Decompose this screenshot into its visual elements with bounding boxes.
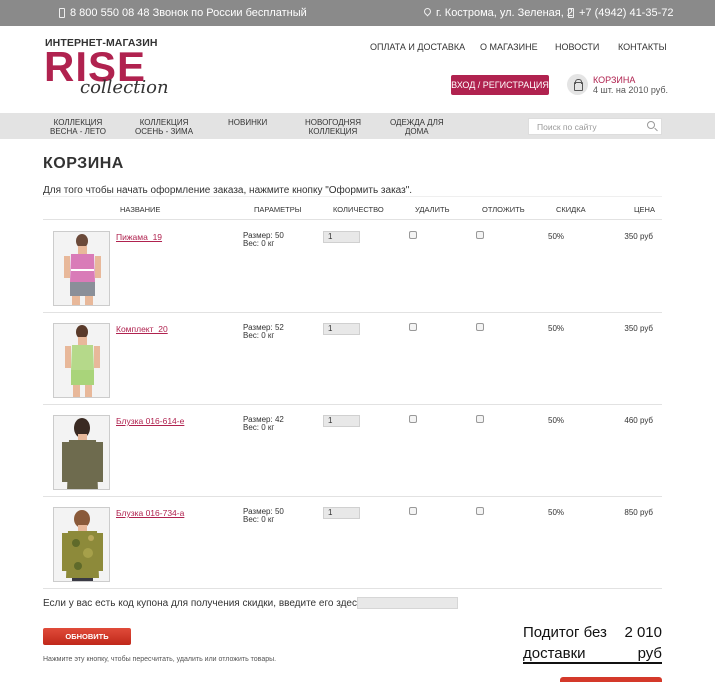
coupon-input[interactable]: [357, 597, 458, 609]
table-row: Комплект_20 Размер: 52 Вес: 0 кг 1 50% 3…: [43, 313, 662, 405]
product-name-link[interactable]: Блузка 016-614-е: [116, 416, 184, 426]
delete-checkbox[interactable]: [409, 231, 417, 239]
col-qty: КОЛИЧЕСТВО: [333, 205, 384, 214]
category-spring-summer[interactable]: КОЛЛЕКЦИЯ ВЕСНА - ЛЕТО: [50, 118, 106, 136]
col-delete: УДАЛИТЬ: [415, 205, 450, 214]
category-homewear[interactable]: ОДЕЖДА ДЛЯ ДОМА: [390, 118, 444, 136]
category-label-line: ОДЕЖДА ДЛЯ: [390, 118, 444, 127]
category-new-year[interactable]: НОВОГОДНЯЯ КОЛЛЕКЦИЯ: [305, 118, 361, 136]
subtotal-label: Подитог без: [523, 624, 607, 641]
cart-table-header: НАЗВАНИЕ ПАРАМЕТРЫ КОЛИЧЕСТВО УДАЛИТЬ ОТ…: [43, 196, 662, 220]
category-label-line: ДОМА: [404, 127, 429, 136]
delete-checkbox[interactable]: [409, 415, 417, 423]
product-params: Размер: 42 Вес: 0 кг: [243, 416, 284, 432]
hotline-text: 8 800 550 08 48 Звонок по России бесплат…: [70, 7, 307, 19]
col-discount: СКИДКА: [556, 205, 586, 214]
subtotal-line: Подитог без 2 010: [523, 622, 662, 643]
product-params: Размер: 50 Вес: 0 кг: [243, 232, 284, 248]
quantity-input[interactable]: 1: [323, 323, 360, 335]
page-title: КОРЗИНА: [43, 155, 124, 172]
product-discount: 50%: [548, 508, 565, 517]
site-logo[interactable]: ИНТЕРНЕТ-МАГАЗИН RISE collection: [44, 37, 169, 97]
product-image[interactable]: [53, 507, 110, 582]
search-icon[interactable]: [647, 121, 655, 129]
product-weight: Вес: 0 кг: [243, 239, 275, 248]
logo-sub: collection: [80, 77, 169, 98]
top-info-bar: 8 800 550 08 48 Звонок по России бесплат…: [0, 0, 715, 26]
product-discount: 50%: [548, 324, 565, 333]
product-image[interactable]: [53, 415, 110, 490]
subtotal-label: доставки: [523, 645, 586, 662]
product-name-link[interactable]: Комплект_20: [116, 324, 168, 334]
shopping-bag-icon[interactable]: [567, 74, 588, 95]
search-input[interactable]: Поиск по сайту: [528, 118, 662, 135]
nav-payment-delivery[interactable]: ОПЛАТА И ДОСТАВКА: [370, 42, 465, 52]
address-text: г. Кострома, ул. Зеленая, 2: [436, 7, 573, 19]
product-price: 460 руб: [624, 416, 653, 425]
col-postpone: ОТЛОЖИТЬ: [482, 205, 525, 214]
product-price: 350 руб: [624, 232, 653, 241]
category-label-line: КОЛЛЕКЦИЯ: [139, 118, 189, 127]
category-label-line: КОЛЛЕКЦИЯ: [308, 127, 358, 136]
product-image[interactable]: [53, 231, 110, 306]
subtotal-value: 2 010: [624, 624, 662, 641]
product-weight: Вес: 0 кг: [243, 515, 275, 524]
product-params: Размер: 50 Вес: 0 кг: [243, 508, 284, 524]
col-name: НАЗВАНИЕ: [120, 205, 161, 214]
local-phone: +7 (4942) 41-35-72: [568, 0, 673, 26]
refresh-button[interactable]: ОБНОВИТЬ: [43, 628, 131, 645]
delete-checkbox[interactable]: [409, 323, 417, 331]
postpone-checkbox[interactable]: [476, 415, 484, 423]
product-discount: 50%: [548, 232, 565, 241]
category-autumn-winter[interactable]: КОЛЛЕКЦИЯ ОСЕНЬ - ЗИМА: [135, 118, 193, 136]
col-price: ЦЕНА: [634, 205, 655, 214]
postpone-checkbox[interactable]: [476, 231, 484, 239]
checkout-button[interactable]: [560, 677, 662, 682]
product-discount: 50%: [548, 416, 565, 425]
product-price: 350 руб: [624, 324, 653, 333]
cart-summary: 4 шт. на 2010 руб.: [593, 85, 669, 95]
subtotal-currency: руб: [637, 645, 662, 662]
nav-contacts[interactable]: КОНТАКТЫ: [618, 42, 667, 52]
category-label-line: ОСЕНЬ - ЗИМА: [135, 127, 194, 136]
coupon-label: Если у вас есть код купона для получения…: [43, 598, 365, 609]
quantity-input[interactable]: 1: [323, 507, 360, 519]
address: г. Кострома, ул. Зеленая, 2: [422, 0, 573, 26]
delete-checkbox[interactable]: [409, 507, 417, 515]
phone-icon: [568, 8, 574, 19]
col-params: ПАРАМЕТРЫ: [254, 205, 302, 214]
table-row: Пижама_19 Размер: 50 Вес: 0 кг 1 50% 350…: [43, 221, 662, 313]
location-pin-icon: [422, 6, 433, 17]
table-row: Блузка 016-614-е Размер: 42 Вес: 0 кг 1 …: [43, 405, 662, 497]
postpone-checkbox[interactable]: [476, 507, 484, 515]
category-label-line: ВЕСНА - ЛЕТО: [50, 127, 107, 136]
hotline: 8 800 550 08 48 Звонок по России бесплат…: [59, 0, 307, 26]
table-row: Блузка 016-734-а Размер: 50 Вес: 0 кг 1 …: [43, 497, 662, 589]
subtotal-line: доставки руб: [523, 643, 662, 664]
product-weight: Вес: 0 кг: [243, 423, 275, 432]
login-register-button[interactable]: ВХОД / РЕГИСТРАЦИЯ: [451, 75, 549, 95]
product-weight: Вес: 0 кг: [243, 331, 275, 340]
intro-text: Для того чтобы начать оформление заказа,…: [43, 185, 413, 196]
category-label-line: НОВИНКИ: [228, 118, 268, 127]
product-price: 850 руб: [624, 508, 653, 517]
nav-about[interactable]: О МАГАЗИНЕ: [480, 42, 538, 52]
local-phone-text: +7 (4942) 41-35-72: [579, 7, 674, 19]
product-name-link[interactable]: Пижама_19: [116, 232, 162, 242]
quantity-input[interactable]: 1: [323, 415, 360, 427]
phone-icon: [59, 8, 65, 19]
postpone-checkbox[interactable]: [476, 323, 484, 331]
subtotal: Подитог без 2 010 доставки руб: [523, 622, 662, 664]
product-params: Размер: 52 Вес: 0 кг: [243, 324, 284, 340]
nav-news[interactable]: НОВОСТИ: [555, 42, 599, 52]
category-new[interactable]: НОВИНКИ: [228, 118, 267, 127]
cart-link[interactable]: КОРЗИНА: [593, 75, 635, 85]
category-label-line: НОВОГОДНЯЯ: [305, 118, 361, 127]
refresh-note: Нажмите эту кнопку, чтобы пересчитать, у…: [43, 656, 277, 663]
category-label-line: КОЛЛЕКЦИЯ: [53, 118, 103, 127]
quantity-input[interactable]: 1: [323, 231, 360, 243]
product-image[interactable]: [53, 323, 110, 398]
product-name-link[interactable]: Блузка 016-734-а: [116, 508, 184, 518]
